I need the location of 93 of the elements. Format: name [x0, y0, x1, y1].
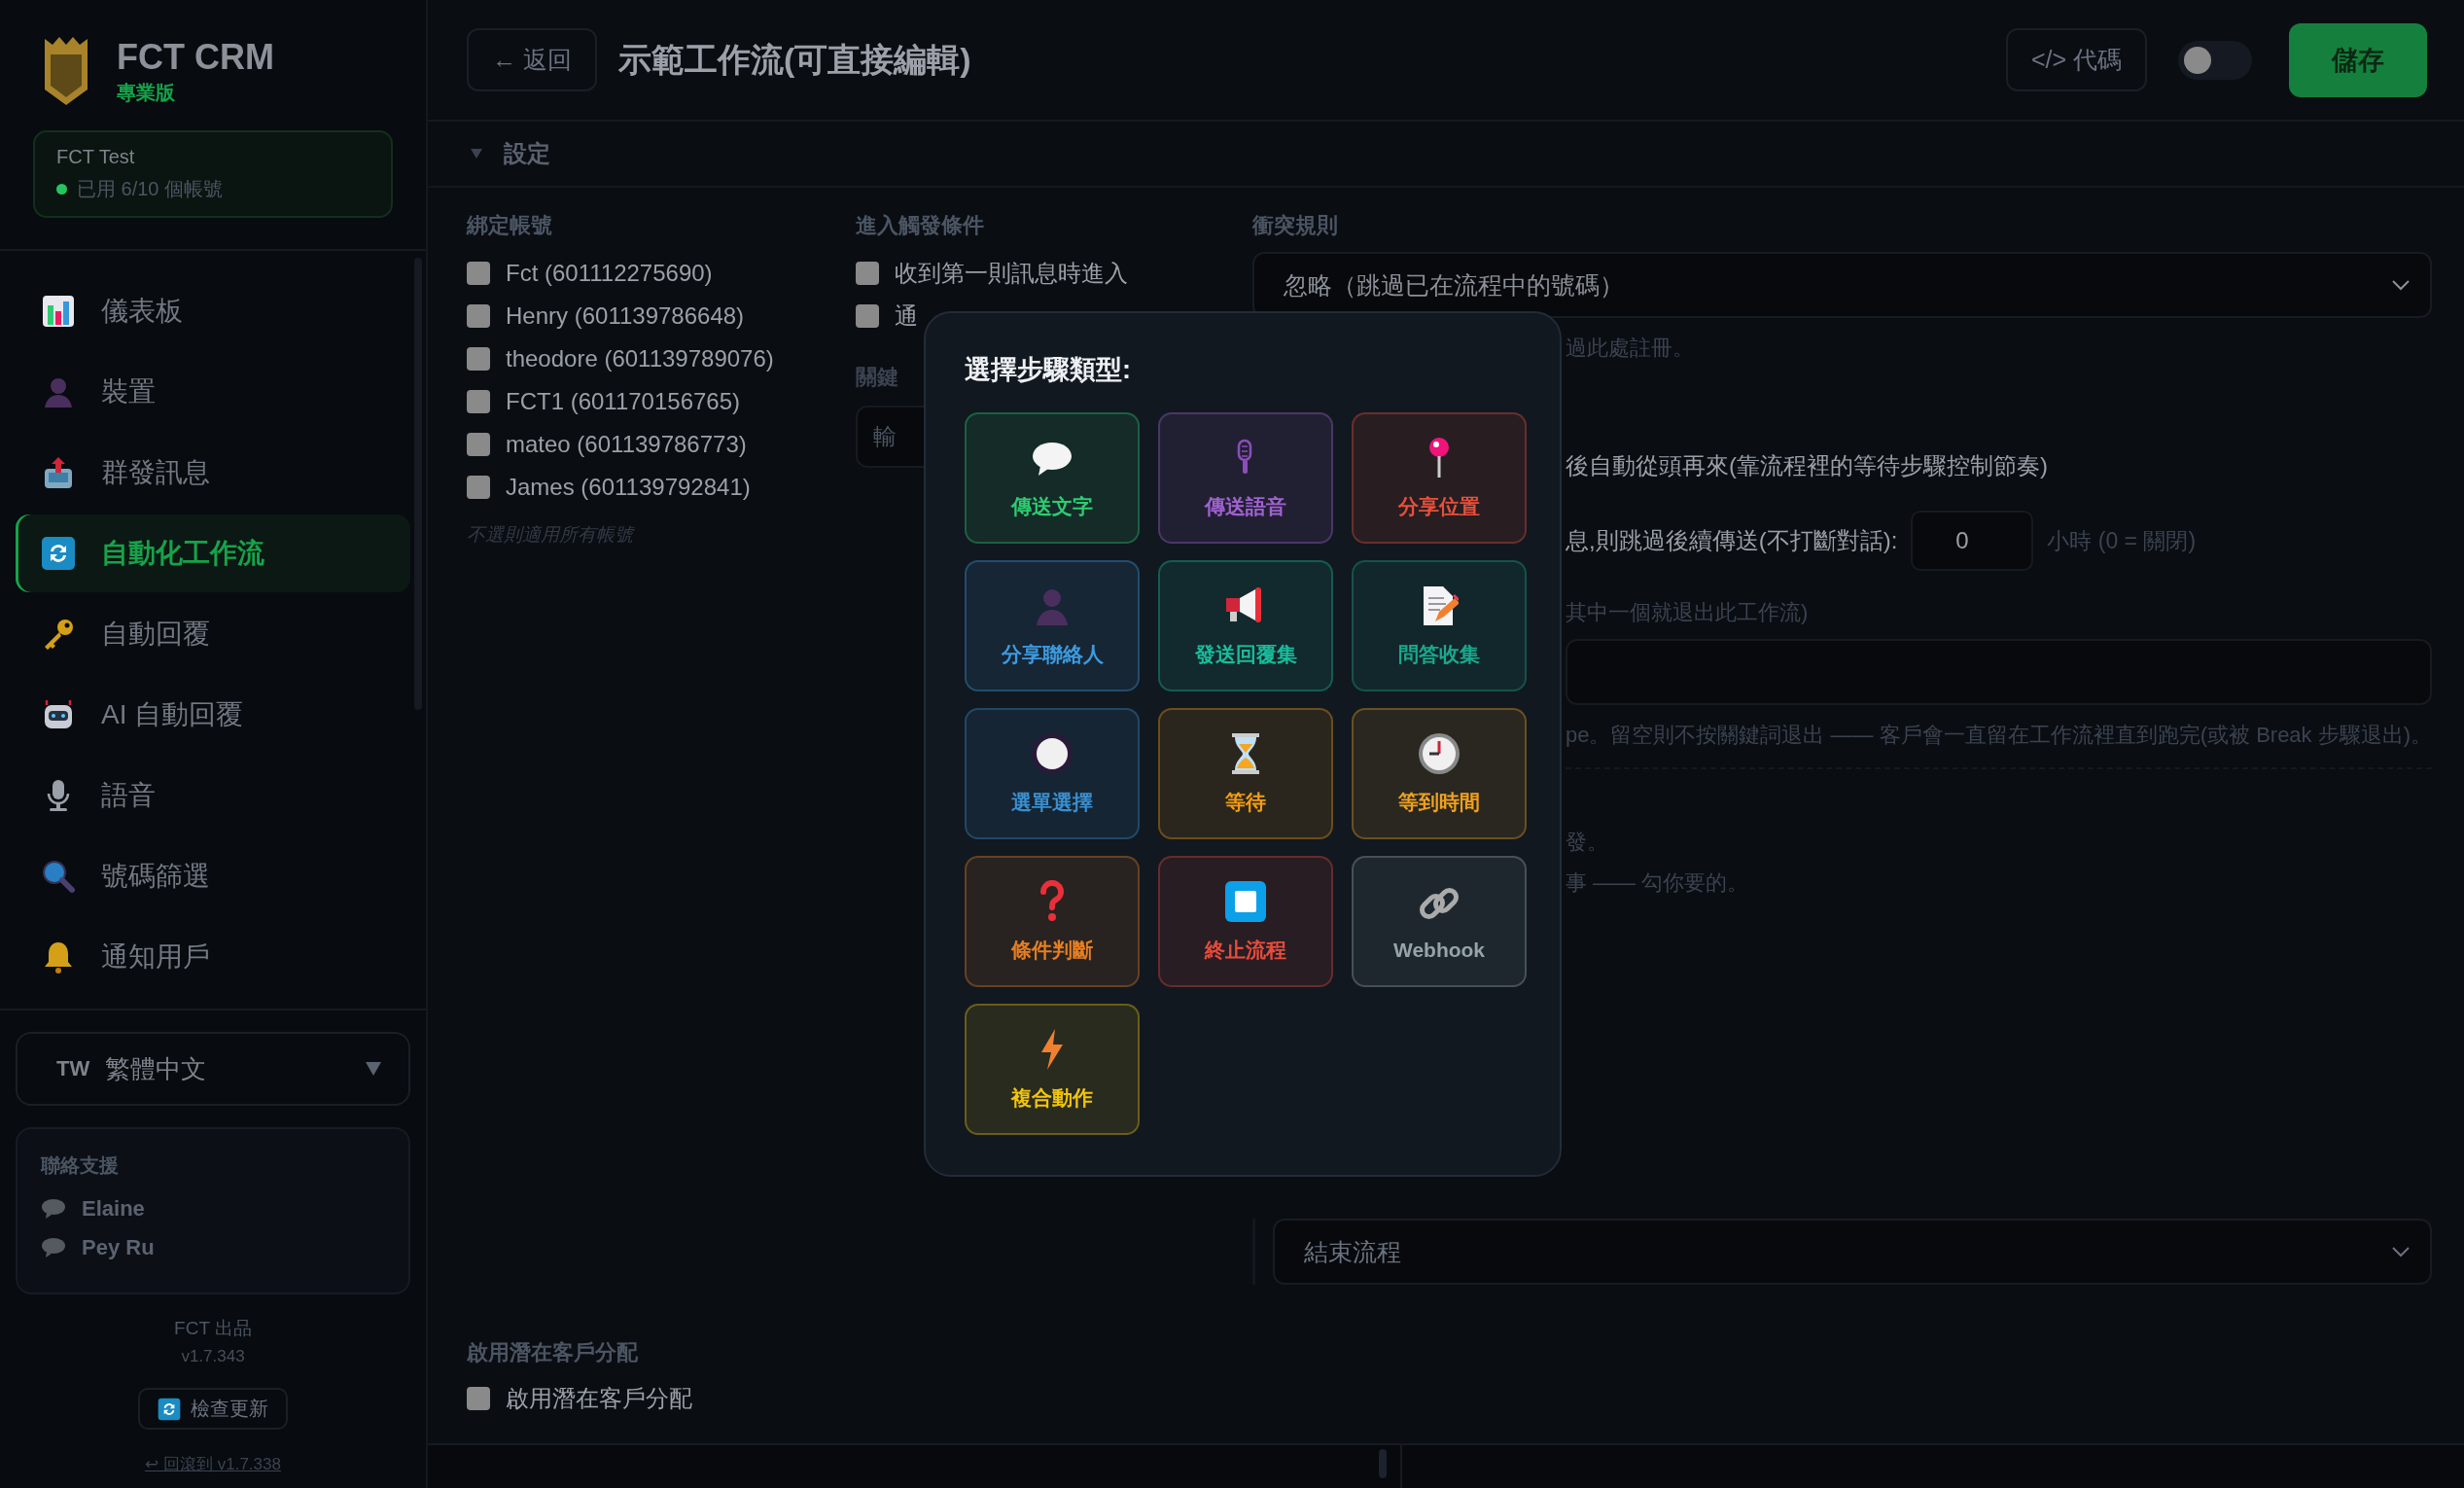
- contact-link[interactable]: Elaine: [82, 1196, 145, 1222]
- status-dot: [56, 184, 67, 195]
- step-type-tile[interactable]: 傳送語音: [1158, 412, 1333, 544]
- hourglass-icon: [1230, 731, 1261, 775]
- step-type-tile[interactable]: 發送回覆集: [1158, 560, 1333, 691]
- checkbox[interactable]: [467, 304, 490, 328]
- save-button[interactable]: 儲存: [2289, 22, 2427, 97]
- checkbox-label: FCT1 (601170156765): [506, 388, 741, 415]
- speech-bubble-icon: [41, 1237, 66, 1258]
- step-type-tile[interactable]: 分享位置: [1352, 412, 1527, 544]
- field-label: 啟用潛在客戶分配: [467, 1339, 639, 1364]
- step-type-tile[interactable]: 問答收集: [1352, 560, 1527, 691]
- hint-text: pe。留空則不按關鍵詞退出 —— 客戶會一直留在工作流裡直到跑完(或被 Break 步驟退出)。: [1566, 722, 2433, 749]
- magnifier-icon: [41, 859, 76, 894]
- section-title: 設定: [504, 139, 550, 168]
- step-type-tile[interactable]: 終止流程: [1158, 856, 1333, 987]
- stop-icon: [1224, 879, 1267, 923]
- maker-label: FCT 出品: [174, 1317, 252, 1340]
- brand-name: FCT CRM: [117, 36, 274, 78]
- chevron-icon: [2391, 1246, 2411, 1258]
- toggle-switch[interactable]: [2178, 40, 2252, 80]
- sidebar-item[interactable]: 儀表板: [16, 272, 410, 350]
- code-button[interactable]: </> 代碼: [2005, 28, 2147, 91]
- after-break-select[interactable]: 結束流程: [1273, 1219, 2433, 1285]
- hint-text: 事 —— 勾你要的。: [1566, 869, 1749, 897]
- version-label: v1.7.343: [181, 1347, 245, 1366]
- sidebar-item[interactable]: 裝置: [16, 353, 410, 431]
- edition-label: 專業版: [117, 80, 176, 105]
- back-button[interactable]: ← 返回: [467, 28, 597, 91]
- hours-field[interactable]: 0: [1911, 511, 2034, 571]
- checkbox-label: theodore (601139789076): [506, 345, 774, 372]
- sidebar-item[interactable]: 通知用戶: [16, 918, 410, 996]
- checkbox-label: Henry (601139786648): [506, 302, 745, 330]
- question-mark-icon: [1038, 879, 1066, 923]
- conflict-select[interactable]: 忽略（跳過已在流程中的號碼）: [1252, 252, 2433, 318]
- option-label: 後自動從頭再來(靠流程裡的等待步驟控制節奏): [1566, 451, 2048, 480]
- page-title: 示範工作流(可直接編輯): [617, 39, 972, 80]
- hint-text: 發。: [1566, 829, 1608, 856]
- checkbox[interactable]: [856, 262, 879, 285]
- field-label: 關鍵: [856, 364, 898, 391]
- sidebar-item[interactable]: 語音: [16, 757, 410, 834]
- checkbox-label: mateo (601139786773): [506, 431, 747, 458]
- sidebar-item[interactable]: 自動回覆: [16, 595, 410, 673]
- checkbox[interactable]: [467, 476, 490, 499]
- checkbox-label: 收到第一則訊息時進入: [895, 259, 1128, 288]
- checkbox[interactable]: [467, 433, 490, 456]
- step-type-tile[interactable]: 選單選擇: [965, 708, 1140, 839]
- checkbox[interactable]: [467, 1387, 490, 1410]
- checkbox-label: 啟用潛在客戶分配: [506, 1384, 692, 1413]
- pushpin-icon: [1427, 436, 1451, 479]
- step-type-tile[interactable]: Webhook: [1352, 856, 1527, 987]
- refresh-icon: [158, 1397, 181, 1421]
- checkbox-label: Fct (601112275690): [506, 260, 713, 287]
- update-button[interactable]: 檢查更新: [138, 1388, 288, 1430]
- sidebar-item[interactable]: 號碼篩選: [16, 837, 410, 915]
- radio-circle-icon: [1031, 731, 1074, 775]
- account-usage: 已用 6/10 個帳號: [77, 177, 224, 201]
- checkbox[interactable]: [467, 347, 490, 371]
- sidebar-item[interactable]: 群發訊息: [16, 434, 410, 512]
- scrollbar[interactable]: [1379, 1449, 1387, 1478]
- field-label: 綁定帳號: [467, 212, 553, 236]
- lightning-icon: [1039, 1027, 1065, 1071]
- account-name: FCT Test: [56, 146, 136, 168]
- caret-icon: [366, 1062, 381, 1076]
- step-type-tile[interactable]: 等待: [1158, 708, 1333, 839]
- field-label: 衝突規則: [1252, 212, 1339, 236]
- caret-icon[interactable]: [471, 149, 482, 159]
- popup-title: 選擇步驟類型:: [965, 354, 1132, 386]
- step-type-tile[interactable]: 條件判斷: [965, 856, 1140, 987]
- checkbox-label: James (601139792841): [506, 474, 751, 501]
- step-type-tile[interactable]: 傳送文字: [965, 412, 1140, 544]
- field-label: 其中一個就退出此工作流): [1566, 599, 1809, 626]
- checkbox[interactable]: [856, 304, 879, 328]
- contact-link[interactable]: Pey Ru: [82, 1235, 155, 1260]
- sidebar-item[interactable]: AI 自動回覆: [16, 676, 410, 754]
- field-label: 進入觸發條件: [856, 212, 985, 236]
- checkbox[interactable]: [467, 390, 490, 413]
- step-type-tile[interactable]: 分享聯絡人: [965, 560, 1140, 691]
- checkbox-label: 通: [895, 301, 918, 331]
- checkbox[interactable]: [467, 262, 490, 285]
- refresh-icon: [41, 536, 76, 571]
- language-select[interactable]: TW 繁體中文: [16, 1032, 410, 1106]
- sidebar-item[interactable]: 自動化工作流: [16, 514, 410, 592]
- unit-label: 小時 (0 = 關閉): [2047, 526, 2197, 555]
- speech-bubble-icon: [41, 1198, 66, 1220]
- step-type-tile[interactable]: 等到時間: [1352, 708, 1527, 839]
- option-label: 息,則跳過後續傳送(不打斷對話):: [1566, 526, 1898, 555]
- step-type-tile[interactable]: 複合動作: [965, 1004, 1140, 1135]
- support-title: 聯絡支援: [41, 1153, 120, 1178]
- clock-icon: [1418, 731, 1461, 775]
- bar-chart-icon: [41, 294, 76, 329]
- hint-text: 過此處註冊。: [1566, 335, 1694, 362]
- chevron-icon: [2391, 279, 2411, 291]
